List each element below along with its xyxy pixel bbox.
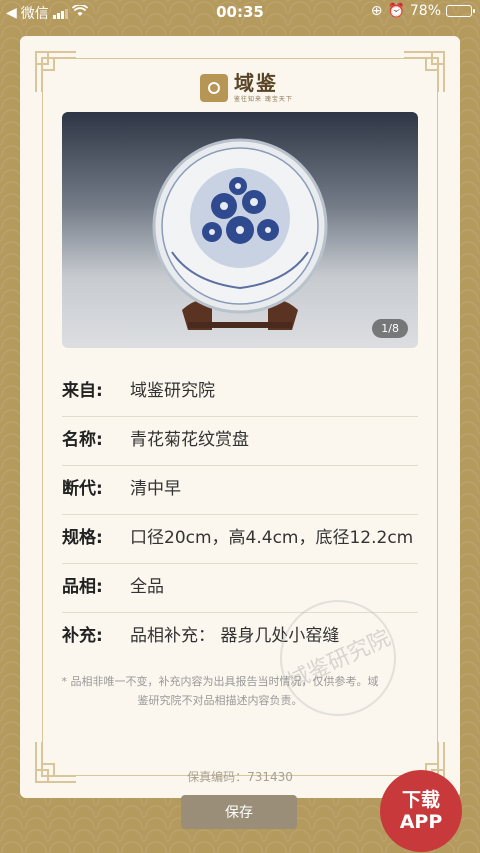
detail-value: 青花菊花纹赏盘 <box>130 430 249 450</box>
orientation-lock-icon: ⊕ <box>370 3 383 19</box>
detail-key: 来自: <box>62 381 103 401</box>
logo-name: 域鉴 <box>234 71 278 95</box>
corner-ornament-icon <box>32 48 78 94</box>
battery-icon <box>446 5 475 17</box>
save-button[interactable]: 保存 <box>181 795 297 829</box>
porcelain-plate-image <box>152 138 328 330</box>
detail-value: 域鉴研究院 <box>130 381 215 401</box>
disclaimer-note: * 品相非唯一不变，补充内容为出具报告当时情况，仅供参考。域鉴研究院不对品相描述… <box>61 675 379 707</box>
detail-key: 断代: <box>62 479 103 499</box>
status-bar: ◀ 微信 00:35 ⊕ ⏰ 78% <box>0 0 480 24</box>
detail-row-size: 规格: 口径20cm，高4.4cm，底径12.2cm <box>62 515 418 564</box>
download-label: 下载 <box>401 789 440 811</box>
detail-key: 品相: <box>62 577 103 597</box>
brand-logo: 域鉴 鉴往知来 瑰宝天下 <box>200 72 293 103</box>
detail-row-source: 来自: 域鉴研究院 <box>62 368 418 417</box>
detail-key: 补充: <box>62 626 103 646</box>
logo-tagline: 鉴往知来 瑰宝天下 <box>234 96 293 103</box>
download-app-label: APP <box>399 811 443 833</box>
alarm-icon: ⏰ <box>387 3 405 19</box>
logo-icon <box>200 73 228 102</box>
detail-value: 口径20cm，高4.4cm，底径12.2cm <box>130 528 414 548</box>
corner-ornament-icon <box>402 48 448 94</box>
detail-row-dating: 断代: 清中早 <box>62 466 418 515</box>
detail-row-name: 名称: 青花菊花纹赏盘 <box>62 417 418 466</box>
battery-percent: 78% <box>409 3 441 19</box>
detail-key: 规格: <box>62 528 103 548</box>
download-app-button[interactable]: 下载 APP <box>380 770 462 852</box>
detail-value: 清中早 <box>130 479 181 499</box>
photo-counter: 1/8 <box>372 319 408 338</box>
detail-key: 名称: <box>62 430 103 450</box>
item-photo[interactable]: 1/8 <box>62 112 418 348</box>
detail-value: 全品 <box>130 577 164 597</box>
